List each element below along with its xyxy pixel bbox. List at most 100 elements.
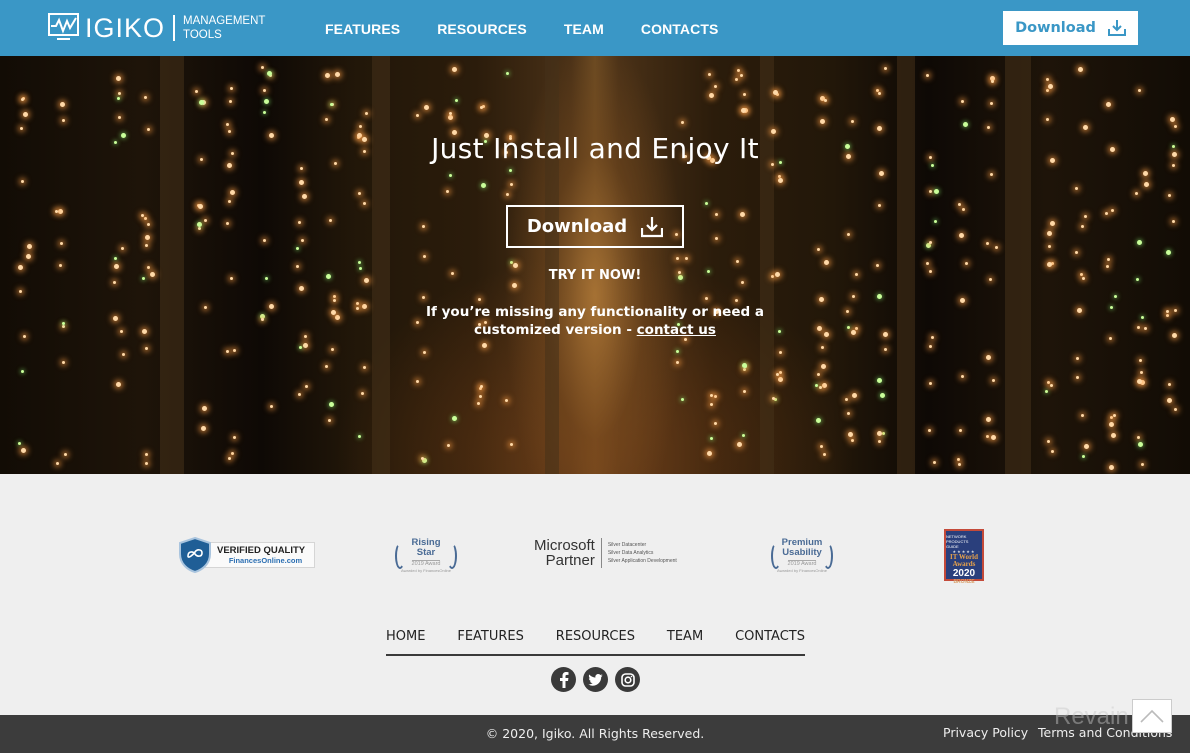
server-light	[448, 174, 452, 178]
logo[interactable]: IGIKO MANAGEMENT TOOLS	[48, 13, 265, 43]
server-light	[1047, 245, 1051, 249]
server-light	[230, 451, 234, 455]
server-light	[713, 84, 717, 88]
server-light	[709, 437, 713, 441]
server-rack-pillar	[545, 56, 559, 474]
footer-nav-resources[interactable]: RESOURCES	[556, 629, 635, 644]
footer-bar: © 2020, Igiko. All Rights Reserved. Priv…	[0, 715, 1190, 753]
server-light	[878, 203, 882, 207]
twitter-icon[interactable]	[583, 667, 608, 692]
server-light	[815, 418, 821, 424]
server-light	[928, 344, 932, 348]
logo-subtitle-line1: MANAGEMENT	[183, 15, 266, 27]
server-light	[446, 190, 450, 194]
nav-resources[interactable]: RESOURCES	[437, 21, 527, 37]
logo-name: IGIKO	[85, 13, 166, 43]
server-light	[269, 405, 273, 409]
itw-year: 2020	[952, 568, 976, 579]
server-light	[478, 297, 482, 301]
server-light	[479, 395, 483, 399]
main-nav: FEATURES RESOURCES TEAM CONTACTS	[325, 21, 755, 37]
monitor-chart-icon	[48, 13, 79, 40]
server-light	[506, 72, 510, 76]
server-light	[1105, 102, 1111, 108]
footer-nav-home[interactable]: HOME	[386, 629, 425, 644]
server-light	[714, 236, 718, 240]
server-light	[882, 432, 886, 436]
server-light	[676, 350, 680, 354]
server-light	[820, 118, 826, 124]
server-light	[358, 191, 362, 195]
server-light	[20, 127, 24, 131]
server-light	[742, 367, 746, 371]
server-rack-pillar	[760, 56, 774, 474]
server-light	[260, 66, 264, 70]
server-light	[509, 443, 513, 447]
header-download-button[interactable]: Download	[1003, 11, 1138, 45]
server-light	[120, 246, 124, 250]
footer-nav-features[interactable]: FEATURES	[457, 629, 524, 644]
server-light	[299, 346, 303, 350]
verified-quality-badge[interactable]: VERIFIED QUALITY FinancesOnline.com	[178, 536, 315, 573]
server-light	[117, 116, 121, 120]
server-light	[1137, 441, 1143, 447]
server-light	[1081, 225, 1085, 229]
hero-desc-line1: If you’re missing any functionality or n…	[426, 304, 764, 320]
itw-tier: BRONZE	[953, 579, 975, 585]
contact-us-link[interactable]: contact us	[637, 322, 716, 338]
nav-team[interactable]: TEAM	[564, 21, 604, 37]
rising-star-badge[interactable]: Rising Star 2019 Award Awarded by Financ…	[393, 533, 459, 577]
server-light	[364, 111, 368, 115]
premium-usability-badge[interactable]: Premium Usability 2019 Award Awarded by …	[769, 533, 835, 577]
server-light	[775, 372, 779, 376]
server-light	[144, 96, 148, 100]
it-world-awards-badge[interactable]: NETWORK PRODUCTS GUIDE ★★★★★ IT World Aw…	[944, 529, 984, 585]
privacy-policy-link[interactable]: Privacy Policy	[943, 725, 1028, 740]
server-light	[146, 127, 150, 131]
server-light	[454, 99, 458, 103]
server-light	[298, 220, 301, 224]
server-light	[228, 200, 232, 204]
scroll-to-top-button[interactable]	[1132, 699, 1172, 733]
instagram-icon[interactable]	[615, 667, 640, 692]
server-light	[822, 453, 826, 457]
server-light	[144, 452, 148, 456]
server-light	[232, 435, 236, 439]
server-light	[815, 384, 819, 388]
server-light	[1136, 239, 1142, 245]
nav-features[interactable]: FEATURES	[325, 21, 400, 37]
microsoft-partner-badge[interactable]: Microsoft Partner Silver Datacenter Silv…	[534, 538, 677, 568]
server-light	[59, 241, 63, 245]
server-light	[927, 428, 931, 432]
server-light	[117, 91, 121, 95]
server-light	[851, 294, 855, 298]
server-light	[1082, 125, 1088, 131]
server-light	[986, 435, 990, 438]
server-light	[1143, 181, 1149, 187]
server-light	[929, 381, 933, 385]
server-light	[480, 105, 484, 109]
server-light	[934, 219, 938, 223]
server-light	[204, 218, 208, 222]
ms-competency: Silver Data Analytics	[607, 550, 654, 556]
server-light	[994, 245, 998, 249]
footer-nav-team[interactable]: TEAM	[667, 629, 703, 644]
server-light	[1045, 390, 1049, 394]
itw-line3: Awards	[952, 560, 976, 568]
server-light	[357, 261, 361, 265]
footer-nav-contacts[interactable]: CONTACTS	[735, 629, 805, 644]
server-light	[145, 461, 149, 465]
server-light	[197, 222, 203, 228]
ms-competency: Silver Datacenter	[607, 542, 647, 548]
server-light	[325, 117, 329, 121]
server-light	[681, 398, 685, 402]
award-badges: VERIFIED QUALITY FinancesOnline.com Risi…	[0, 525, 1190, 585]
server-light	[1113, 294, 1117, 298]
server-light	[1046, 231, 1052, 237]
server-light	[505, 399, 509, 403]
nav-contacts[interactable]: CONTACTS	[641, 21, 719, 37]
facebook-icon[interactable]	[551, 667, 576, 692]
hero-download-button[interactable]: Download	[506, 205, 684, 248]
server-light	[416, 113, 420, 117]
server-light	[1047, 261, 1053, 267]
